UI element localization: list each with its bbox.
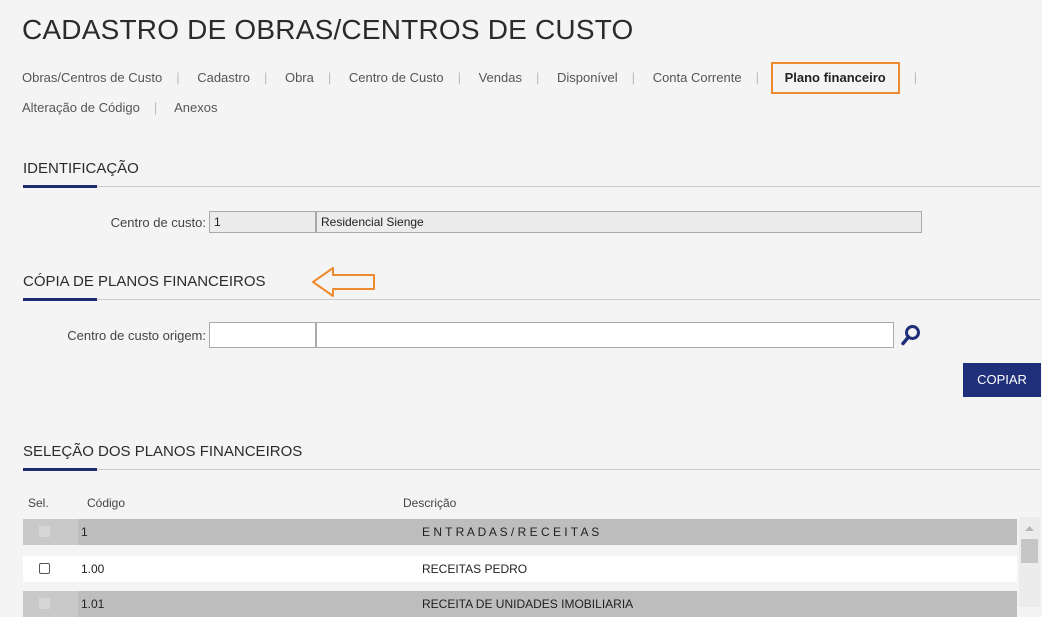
centro-custo-origem-label: Centro de custo origem: (67, 328, 206, 343)
tab-separator: | (153, 100, 158, 115)
tab-separator: | (327, 70, 332, 85)
tab-vendas[interactable]: Vendas (479, 70, 522, 85)
section-underline (23, 185, 97, 188)
section-title-selecao: SELEÇÃO DOS PLANOS FINANCEIROS (23, 443, 303, 460)
tab-conta-corrente[interactable]: Conta Corrente (653, 70, 742, 85)
sel-cell (23, 519, 78, 545)
section-divider (23, 186, 1040, 187)
row-checkbox[interactable] (39, 563, 50, 574)
tab-obras-centros-de-custo[interactable]: Obras/Centros de Custo (22, 70, 162, 85)
page-title: CADASTRO DE OBRAS/CENTROS DE CUSTO (22, 14, 634, 45)
tab-obra[interactable]: Obra (285, 70, 314, 85)
arrow-left-icon (312, 267, 375, 297)
tab-alteracao-de-codigo[interactable]: Alteração de Código (22, 100, 140, 115)
section-divider (23, 299, 1040, 300)
table-scrollbar[interactable] (1019, 517, 1040, 607)
scrollbar-thumb[interactable] (1021, 539, 1038, 563)
tab-separator: | (263, 70, 268, 85)
tab-separator: | (176, 70, 180, 85)
row-code: 1.00 (81, 562, 105, 576)
centro-custo-code-field: 1 (209, 211, 316, 233)
centro-custo-name-field: Residencial Sienge (316, 211, 922, 233)
table-row[interactable]: 1.00 RECEITAS PEDRO (23, 556, 1017, 582)
tab-separator: | (457, 70, 461, 85)
row-checkbox (39, 598, 50, 609)
tab-centro-de-custo[interactable]: Centro de Custo (349, 70, 444, 85)
column-header-sel[interactable]: Sel. (28, 496, 49, 510)
centro-custo-label: Centro de custo: (110, 215, 206, 230)
table-row[interactable]: 1 E N T R A D A S / R E C E I T A S (23, 519, 1017, 545)
tab-disponivel[interactable]: Disponível (557, 70, 618, 85)
column-header-descricao[interactable]: Descrição (403, 496, 456, 510)
section-title-identificacao: IDENTIFICAÇÃO (23, 160, 139, 177)
tab-separator: | (755, 70, 759, 85)
tab-bar: Obras/Centros de Custo | Cadastro | Obra | … (22, 62, 1032, 122)
copiar-button[interactable]: COPIAR (963, 363, 1041, 397)
search-icon[interactable] (899, 323, 923, 347)
tab-separator: | (631, 70, 636, 85)
tab-separator: | (913, 70, 918, 85)
section-divider (23, 469, 1040, 470)
row-checkbox (39, 526, 50, 537)
row-description: E N T R A D A S / R E C E I T A S (422, 525, 600, 539)
tab-separator: | (535, 70, 540, 85)
row-description: RECEITA DE UNIDADES IMOBILIARIA (422, 597, 634, 611)
scroll-up-icon[interactable] (1019, 521, 1040, 537)
row-code: 1 (81, 525, 88, 539)
sel-cell (23, 591, 78, 617)
row-code: 1.01 (81, 597, 105, 611)
centro-custo-origem-name-input[interactable] (316, 322, 894, 348)
tab-cadastro[interactable]: Cadastro (197, 70, 250, 85)
table-row[interactable]: 1.01 RECEITA DE UNIDADES IMOBILIARIA (23, 591, 1017, 617)
tab-anexos[interactable]: Anexos (174, 100, 217, 115)
section-underline (23, 298, 97, 301)
row-description: RECEITAS PEDRO (422, 562, 528, 576)
tab-plano-financeiro[interactable]: Plano financeiro (770, 62, 900, 94)
centro-custo-origem-code-input[interactable] (209, 322, 316, 348)
section-title-copia: CÓPIA DE PLANOS FINANCEIROS (23, 273, 266, 290)
section-underline (23, 468, 97, 471)
column-header-codigo[interactable]: Código (87, 496, 125, 510)
